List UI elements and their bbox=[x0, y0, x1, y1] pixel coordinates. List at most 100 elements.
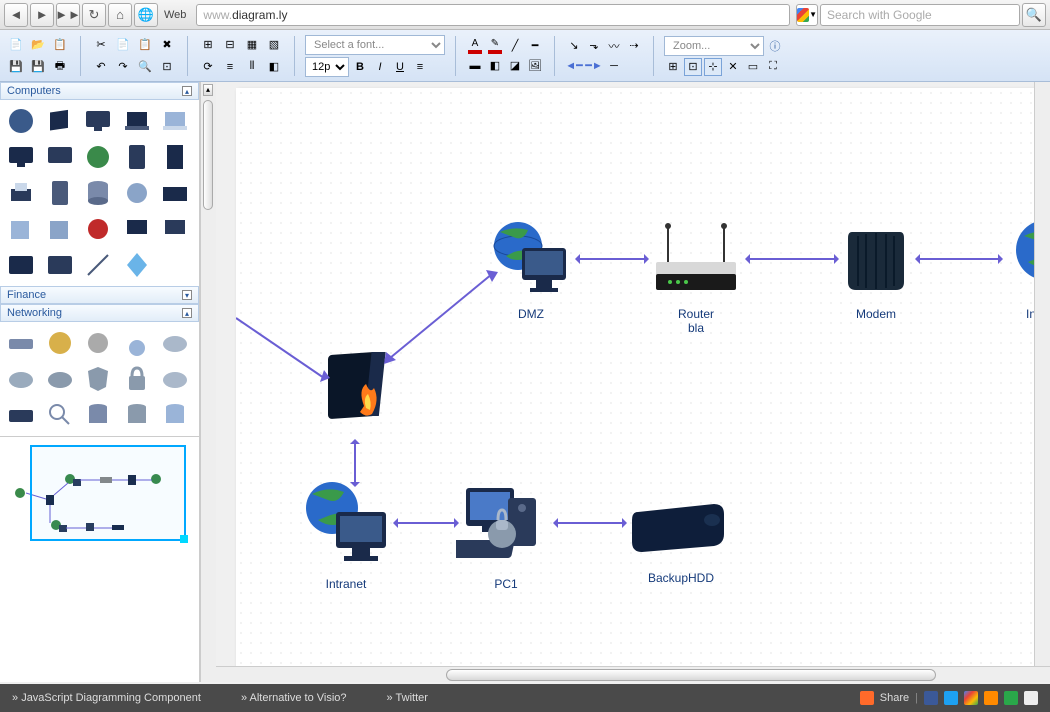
node-firewall[interactable] bbox=[316, 348, 396, 443]
conn-curve-button[interactable]: 〰 bbox=[605, 37, 623, 55]
shape-shield[interactable] bbox=[81, 362, 115, 396]
url-input[interactable]: www.diagram.ly bbox=[196, 4, 790, 26]
connector[interactable] bbox=[916, 258, 1002, 260]
footer-link-1[interactable]: » JavaScript Diagramming Component bbox=[12, 692, 201, 704]
arrow-start-button[interactable]: ◄━ bbox=[565, 57, 583, 75]
fit-page-button[interactable]: ✕ bbox=[724, 58, 742, 76]
shape-cube3[interactable] bbox=[43, 212, 77, 246]
shape-globe[interactable] bbox=[4, 104, 38, 138]
fill-color-button[interactable]: ▬ bbox=[466, 57, 484, 75]
shape-hub[interactable] bbox=[4, 326, 38, 360]
shape-cloud3[interactable] bbox=[43, 362, 77, 396]
line-style-button[interactable]: ╱ bbox=[506, 37, 524, 55]
copy-button[interactable]: 📄 bbox=[113, 35, 133, 55]
rotate-button[interactable]: ⟳ bbox=[198, 57, 218, 77]
shape-printer2[interactable] bbox=[158, 176, 192, 210]
shape-cloud[interactable] bbox=[158, 326, 192, 360]
align-left-button[interactable]: ≡ bbox=[411, 58, 429, 76]
redo-button[interactable]: ↷ bbox=[113, 57, 133, 77]
shape-magnify[interactable] bbox=[43, 398, 77, 432]
export-button[interactable]: 📋 bbox=[50, 35, 70, 55]
shape-laptop[interactable] bbox=[120, 104, 154, 138]
favorites-icon[interactable] bbox=[984, 691, 998, 705]
paste-button[interactable]: 📋 bbox=[135, 35, 155, 55]
arrow-none-button[interactable]: ─ bbox=[605, 57, 623, 75]
shape-web[interactable] bbox=[81, 140, 115, 174]
connector[interactable] bbox=[746, 258, 838, 260]
undo-button[interactable]: ↶ bbox=[91, 57, 111, 77]
size-select[interactable]: 12pt bbox=[305, 57, 349, 77]
shape-server[interactable] bbox=[120, 140, 154, 174]
delete-button[interactable]: ✖ bbox=[157, 35, 177, 55]
palette-finance-header[interactable]: Finance ▾ bbox=[0, 286, 199, 304]
shape-cube2[interactable] bbox=[4, 212, 38, 246]
globe-button[interactable]: 🌐 bbox=[134, 3, 158, 27]
palette-computers-header[interactable]: Computers ▴ bbox=[0, 82, 199, 100]
save-as-button[interactable]: 💾 bbox=[28, 57, 48, 77]
shape-cube[interactable] bbox=[43, 104, 77, 138]
conn-ortho-button[interactable]: ⬎ bbox=[585, 37, 603, 55]
font-color-button[interactable]: A bbox=[466, 37, 484, 55]
canvas-vscroll[interactable] bbox=[1034, 82, 1050, 666]
shape-tablet[interactable] bbox=[4, 248, 38, 282]
facebook-icon[interactable] bbox=[924, 691, 938, 705]
shape-disk[interactable] bbox=[4, 398, 38, 432]
connector[interactable] bbox=[554, 522, 626, 524]
zoom-fit-button[interactable]: ⊡ bbox=[157, 57, 177, 77]
front-button[interactable]: ▦ bbox=[242, 35, 262, 55]
node-dmz[interactable]: DMZ bbox=[486, 218, 576, 321]
shape-wireless[interactable] bbox=[120, 326, 154, 360]
shape-printer[interactable] bbox=[4, 176, 38, 210]
shape-lock[interactable] bbox=[120, 362, 154, 396]
connector[interactable] bbox=[354, 440, 356, 486]
canvas[interactable]: DMZ Router bla bbox=[236, 88, 1050, 682]
home-button[interactable]: ⌂ bbox=[108, 3, 132, 27]
minimap-viewport[interactable] bbox=[30, 445, 186, 541]
grid-button[interactable]: ⊞ bbox=[664, 58, 682, 76]
footer-link-3[interactable]: » Twitter bbox=[387, 692, 428, 704]
shape-monitor3[interactable] bbox=[43, 140, 77, 174]
shape-laptop2[interactable] bbox=[158, 104, 192, 138]
shape-server2[interactable] bbox=[43, 176, 77, 210]
distribute-button[interactable]: ⫴ bbox=[242, 57, 262, 77]
delicious-icon[interactable] bbox=[1024, 691, 1038, 705]
image-button[interactable]: 🖼 bbox=[526, 57, 544, 75]
node-router[interactable]: Router bla bbox=[646, 218, 746, 335]
shape-gear[interactable] bbox=[120, 176, 154, 210]
node-backup[interactable]: BackupHDD bbox=[626, 492, 736, 585]
shape-monitor2[interactable] bbox=[4, 140, 38, 174]
sidebar-scrollbar[interactable]: ▴ bbox=[200, 82, 216, 682]
node-pc1[interactable]: PC1 bbox=[456, 478, 556, 591]
cut-button[interactable]: ✂ bbox=[91, 35, 111, 55]
search-button[interactable]: 🔍 bbox=[1022, 3, 1046, 27]
shape-monitor[interactable] bbox=[81, 104, 115, 138]
line-width-button[interactable]: ━ bbox=[526, 37, 544, 55]
shape-gear2[interactable] bbox=[81, 326, 115, 360]
conn-straight-button[interactable]: ↘ bbox=[565, 37, 583, 55]
shape-db3[interactable] bbox=[120, 398, 154, 432]
search-engine-picker[interactable]: ▼ bbox=[796, 4, 818, 26]
zoom-select[interactable]: Zoom... bbox=[664, 36, 764, 56]
hscroll-thumb[interactable] bbox=[446, 669, 936, 681]
back-button-z[interactable]: ▧ bbox=[264, 35, 284, 55]
save-button[interactable]: 💾 bbox=[6, 57, 26, 77]
stumble-icon[interactable] bbox=[1004, 691, 1018, 705]
canvas-hscroll[interactable] bbox=[216, 666, 1050, 682]
shape-crystal[interactable] bbox=[120, 248, 154, 282]
find-button[interactable]: 🔍 bbox=[135, 57, 155, 77]
back-button[interactable]: ◄ bbox=[4, 3, 28, 27]
italic-button[interactable]: I bbox=[371, 58, 389, 76]
align-button[interactable]: ≡ bbox=[220, 57, 240, 77]
bold-button[interactable]: B bbox=[351, 58, 369, 76]
misc-button[interactable]: ◧ bbox=[264, 57, 284, 77]
font-select[interactable]: Select a font... bbox=[305, 35, 445, 55]
shape-coin[interactable] bbox=[43, 326, 77, 360]
addthis-icon[interactable] bbox=[860, 691, 874, 705]
conn-entity-button[interactable]: ⇢ bbox=[625, 37, 643, 55]
fullscreen-button[interactable]: ⛶ bbox=[764, 58, 782, 76]
node-intranet[interactable]: Intranet bbox=[296, 478, 396, 591]
shape-pen[interactable] bbox=[81, 248, 115, 282]
palette-networking-header[interactable]: Networking ▴ bbox=[0, 304, 199, 322]
underline-button[interactable]: U bbox=[391, 58, 409, 76]
shape-database[interactable] bbox=[81, 176, 115, 210]
